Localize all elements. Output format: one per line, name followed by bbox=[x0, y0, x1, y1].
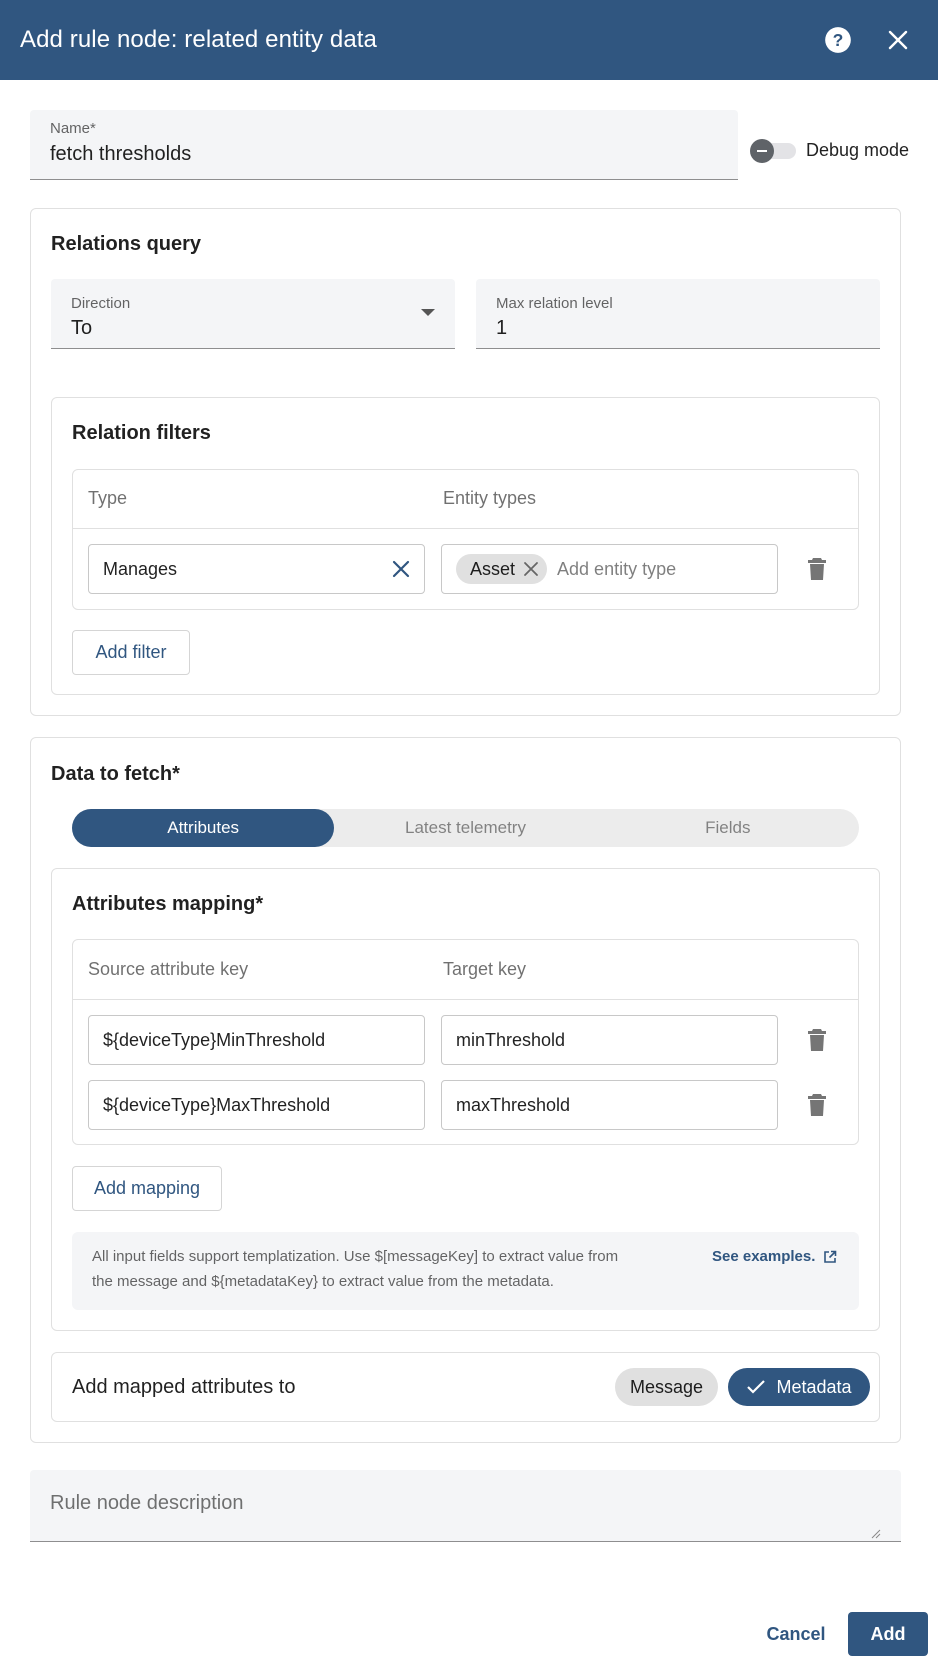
type-column-header: Type bbox=[88, 488, 128, 508]
resize-handle-icon[interactable] bbox=[871, 1529, 881, 1539]
dialog-title: Add rule node: related entity data bbox=[20, 26, 377, 53]
source-key-input[interactable]: ${deviceType}MinThreshold bbox=[88, 1015, 425, 1065]
tab-attributes[interactable]: Attributes bbox=[72, 809, 335, 847]
debug-mode-toggle[interactable]: Debug mode bbox=[750, 138, 910, 163]
description-placeholder: Rule node description bbox=[50, 1492, 244, 1514]
check-icon bbox=[747, 1380, 766, 1394]
name-field-label: Name* bbox=[50, 120, 96, 137]
target-key-column-header: Target key bbox=[443, 959, 527, 979]
add-mapping-button[interactable]: Add mapping bbox=[72, 1166, 222, 1211]
svg-text:?: ? bbox=[833, 30, 844, 50]
direction-select[interactable]: Direction To bbox=[51, 279, 455, 349]
table-divider bbox=[73, 528, 858, 529]
table-divider bbox=[73, 999, 858, 1000]
metadata-option[interactable]: Metadata bbox=[728, 1368, 870, 1406]
cancel-button[interactable]: Cancel bbox=[756, 1612, 836, 1656]
chip-label: Asset bbox=[470, 558, 516, 579]
max-relation-level-label: Max relation level bbox=[496, 295, 613, 312]
tab-latest-telemetry[interactable]: Latest telemetry bbox=[334, 809, 596, 847]
data-type-tabs: Attributes Latest telemetry Fields bbox=[72, 809, 859, 847]
help-icon[interactable]: ? bbox=[818, 20, 858, 60]
open-in-new-icon bbox=[824, 1250, 837, 1263]
relations-query-title: Relations query bbox=[51, 233, 202, 255]
add-button[interactable]: Add bbox=[848, 1612, 928, 1656]
delete-mapping-icon[interactable] bbox=[801, 1089, 833, 1121]
templatization-info-box: All input fields support templatization.… bbox=[72, 1232, 859, 1310]
target-key-value: minThreshold bbox=[456, 1029, 566, 1050]
add-mapped-attributes-label: Add mapped attributes to bbox=[72, 1376, 296, 1398]
direction-label: Direction bbox=[71, 295, 131, 312]
source-key-value: ${deviceType}MinThreshold bbox=[103, 1029, 326, 1050]
debug-mode-label: Debug mode bbox=[806, 140, 910, 160]
relation-type-value: Manages bbox=[103, 558, 178, 579]
target-key-value: maxThreshold bbox=[456, 1094, 571, 1115]
message-option[interactable]: Message bbox=[615, 1368, 718, 1406]
source-key-column-header: Source attribute key bbox=[88, 959, 249, 979]
see-examples-link[interactable]: See examples. bbox=[712, 1248, 837, 1265]
data-to-fetch-title: Data to fetch* bbox=[51, 763, 180, 785]
target-key-input[interactable]: minThreshold bbox=[441, 1015, 778, 1065]
toggle-track bbox=[750, 138, 796, 163]
chevron-down-icon bbox=[421, 309, 435, 316]
target-key-input[interactable]: maxThreshold bbox=[441, 1080, 778, 1130]
entity-types-input[interactable]: Asset Add entity type bbox=[441, 544, 778, 594]
relation-type-input[interactable]: Manages bbox=[88, 544, 425, 594]
entity-type-chip: Asset bbox=[456, 554, 548, 584]
source-key-value: ${deviceType}MaxThreshold bbox=[103, 1094, 331, 1115]
add-filter-button[interactable]: Add filter bbox=[72, 630, 190, 675]
dialog-header: Add rule node: related entity data ? bbox=[0, 0, 938, 80]
see-examples-label: See examples. bbox=[712, 1248, 816, 1265]
tab-fields[interactable]: Fields bbox=[597, 809, 859, 847]
info-text-line2: the message and ${metadataKey} to extrac… bbox=[92, 1273, 554, 1290]
max-relation-level-field[interactable]: Max relation level 1 bbox=[476, 279, 880, 349]
relation-filters-title: Relation filters bbox=[72, 422, 211, 444]
clear-icon[interactable] bbox=[392, 560, 410, 578]
chip-remove-icon[interactable] bbox=[523, 561, 539, 577]
delete-filter-icon[interactable] bbox=[801, 553, 833, 585]
delete-mapping-icon[interactable] bbox=[801, 1024, 833, 1056]
max-relation-level-value: 1 bbox=[496, 317, 508, 339]
name-field[interactable]: Name* fetch thresholds bbox=[30, 110, 738, 180]
attributes-mapping-title: Attributes mapping* bbox=[72, 893, 264, 915]
add-entity-type-placeholder[interactable]: Add entity type bbox=[557, 559, 676, 580]
entity-types-column-header: Entity types bbox=[443, 488, 537, 508]
direction-value: To bbox=[71, 317, 93, 339]
toggle-thumb-icon bbox=[750, 138, 774, 163]
source-key-input[interactable]: ${deviceType}MaxThreshold bbox=[88, 1080, 425, 1130]
metadata-option-label: Metadata bbox=[776, 1376, 852, 1397]
close-icon[interactable] bbox=[878, 20, 918, 60]
rule-node-description-field[interactable]: Rule node description bbox=[30, 1470, 901, 1542]
name-field-value: fetch thresholds bbox=[50, 143, 192, 165]
info-text-line1: All input fields support templatization.… bbox=[92, 1248, 619, 1265]
